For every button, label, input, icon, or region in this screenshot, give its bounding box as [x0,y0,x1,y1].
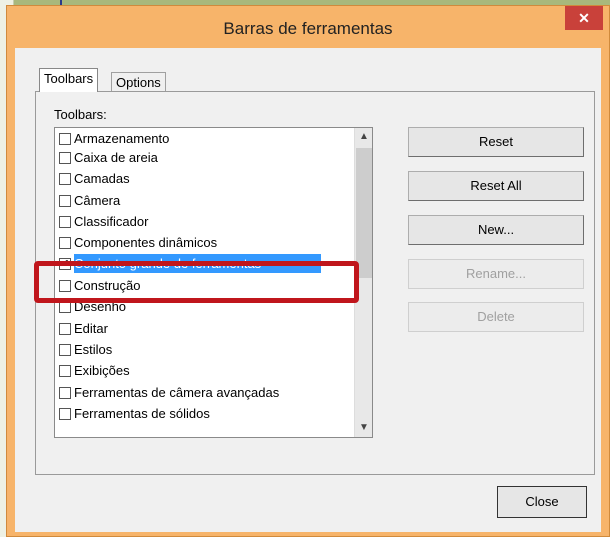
close-icon[interactable]: ✕ [565,6,603,30]
list-item[interactable]: Ferramentas de sólidos [55,404,345,423]
list-item[interactable]: Classificador [55,212,345,231]
checkbox[interactable] [59,173,71,185]
list-item[interactable]: Componentes dinâmicos [55,233,345,252]
checkbox[interactable] [59,195,71,207]
list-item[interactable]: Ferramentas de câmera avançadas [55,383,345,402]
dialog-title: Barras de ferramentas [223,19,393,38]
list-item[interactable]: Editar [55,319,345,338]
title-bar[interactable]: Barras de ferramentas ✕ [7,6,609,48]
list-item[interactable]: Estilos [55,340,345,359]
checkbox[interactable] [59,237,71,249]
checkbox[interactable] [59,408,71,420]
checkbox[interactable] [59,344,71,356]
close-button[interactable]: Close [497,486,587,518]
chevron-down-icon[interactable]: ▼ [355,419,372,437]
list-item[interactable]: Exibições [55,361,345,380]
checkbox[interactable] [59,133,71,145]
list-item[interactable]: Armazenamento [55,129,345,148]
delete-button: Delete [408,302,584,332]
new-button[interactable]: New... [408,215,584,245]
rename-button: Rename... [408,259,584,289]
scroll-thumb[interactable] [356,148,372,278]
highlight-frame [34,261,359,303]
checkbox[interactable] [59,216,71,228]
checkbox[interactable] [59,152,71,164]
tab-options[interactable]: Options [111,72,166,92]
tab-toolbars[interactable]: Toolbars [39,68,99,92]
reset-button[interactable]: Reset [408,127,584,157]
list-item[interactable]: Camadas [55,169,345,188]
list-item[interactable]: Câmera [55,191,345,210]
checkbox[interactable] [59,323,71,335]
list-item[interactable]: Caixa de areia [55,148,345,167]
reset-all-button[interactable]: Reset All [408,171,584,201]
checkbox[interactable] [59,387,71,399]
toolbars-list-label: Toolbars: [54,107,107,122]
chevron-up-icon[interactable]: ▲ [355,128,372,146]
checkbox[interactable] [59,365,71,377]
